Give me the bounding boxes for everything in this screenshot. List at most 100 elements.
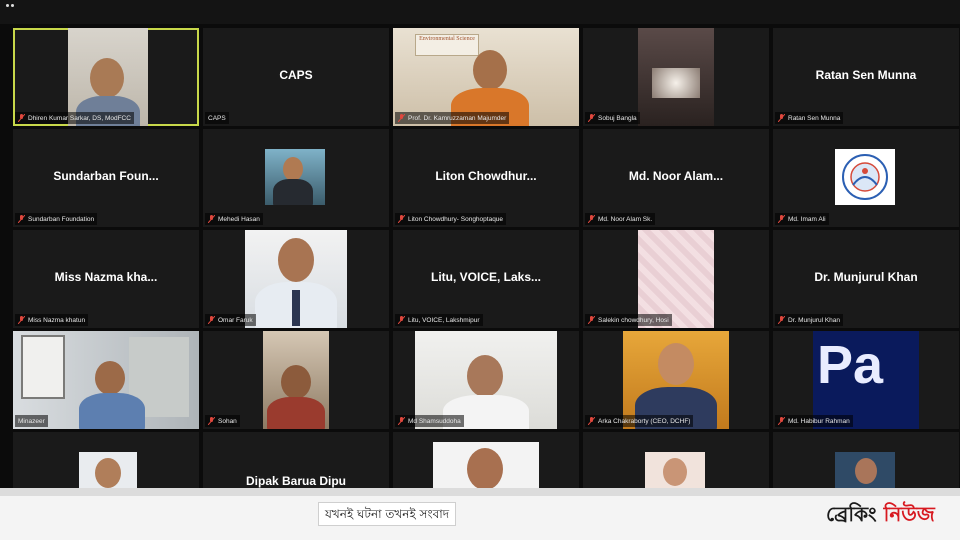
participant-name: Md Shamsuddoha: [408, 417, 461, 425]
menu-dots-icon[interactable]: [6, 2, 14, 10]
participant-tile-minazeer[interactable]: Minazeer: [13, 331, 199, 429]
participant-tile-mehedi-hasan[interactable]: Mehedi Hasan: [203, 129, 389, 227]
participant-name-bar: Md. Imam Ali: [775, 213, 829, 225]
participant-display-name: Md. Noor Alam...: [628, 169, 724, 183]
participant-avatar-image: [265, 149, 325, 205]
participant-tile-nazma-khatun[interactable]: Miss Nazma kha... Miss Nazma khatun: [13, 230, 199, 328]
participant-tile-ratan-sen-munna[interactable]: Ratan Sen Munna Ratan Sen Munna: [773, 28, 959, 126]
brand-text-part1: ব্রেকিং: [826, 502, 884, 526]
muted-mic-icon: [18, 114, 25, 122]
participant-name: Sohan: [218, 417, 237, 425]
news-brand-logo: ব্রেকিং নিউজ: [826, 502, 935, 526]
news-ticker-bar: যখনই ঘটনা তখনই সংবাদ ব্রেকিং নিউজ: [0, 488, 960, 540]
participant-display-name: Liton Chowdhur...: [435, 169, 537, 183]
participant-logo-image: [835, 149, 895, 205]
participant-tile-salekin[interactable]: Salekin chowdhury, Hosi: [583, 230, 769, 328]
participant-display-name: Ratan Sen Munna: [815, 68, 917, 82]
participant-name-bar: CAPS: [205, 112, 229, 124]
participant-name: Sundarban Foundation: [28, 215, 95, 223]
participant-display-name: Miss Nazma kha...: [54, 270, 158, 284]
participant-tile-kamruzzaman[interactable]: Environmental Science Prof. Dr. Kamruzza…: [393, 28, 579, 126]
organization-logo-icon: [842, 154, 888, 200]
participant-name-bar: Salekin chowdhury, Hosi: [585, 314, 672, 326]
participant-name: Liton Chowdhury- Songhoptaque: [408, 215, 504, 223]
muted-mic-icon: [398, 114, 405, 122]
participant-display-name: Sundarban Foun...: [53, 169, 159, 183]
participant-name-bar: Mehedi Hasan: [205, 213, 263, 225]
participant-tile-row5-1[interactable]: [13, 432, 199, 496]
participant-tile-arka-chakraborty[interactable]: Arka Chakraborty (CEO, DCHF): [583, 331, 769, 429]
participant-name-bar: Prof. Dr. Kamruzzaman Majumder: [395, 112, 510, 124]
participant-tile-liton-chowdhury[interactable]: Liton Chowdhur... Liton Chowdhury- Songh…: [393, 129, 579, 227]
participant-tile-sundarban[interactable]: Sundarban Foun... Sundarban Foundation: [13, 129, 199, 227]
participant-tile-litu-voice[interactable]: Litu, VOICE, Laks... Litu, VOICE, Lakshm…: [393, 230, 579, 328]
gallery-view: Dhiren Kumar Sarkar, DS, ModFCC CAPS CAP…: [13, 28, 960, 496]
participant-name: Dhiren Kumar Sarkar, DS, ModFCC: [28, 114, 131, 122]
participant-tile-omar-faruk[interactable]: Omar Faruk: [203, 230, 389, 328]
muted-mic-icon: [398, 316, 405, 324]
muted-mic-icon: [208, 417, 215, 425]
poster: Environmental Science: [415, 34, 479, 56]
participant-name-bar: Sohan: [205, 415, 240, 427]
ticker-tagline: যখনই ঘটনা তখনই সংবাদ: [318, 502, 457, 526]
muted-mic-icon: [588, 417, 595, 425]
participant-name-bar: Sobuj Bangla: [585, 112, 640, 124]
participant-name: Mehedi Hasan: [218, 215, 260, 223]
participant-tile-shamsuddoha[interactable]: Md Shamsuddoha: [393, 331, 579, 429]
participant-name: Salekin chowdhury, Hosi: [598, 316, 669, 324]
participant-tile-habibur-rahman[interactable]: Pa Md. Habibur Rahman: [773, 331, 959, 429]
participant-name-bar: Minazeer: [15, 415, 48, 427]
participant-name: Ratan Sen Munna: [788, 114, 841, 122]
participant-name-bar: Dhiren Kumar Sarkar, DS, ModFCC: [15, 112, 134, 124]
muted-mic-icon: [778, 215, 785, 223]
participant-name: Litu, VOICE, Lakshmipur: [408, 316, 480, 324]
participant-tile-row5-5[interactable]: [773, 432, 959, 496]
muted-mic-icon: [588, 114, 595, 122]
participant-tile-noor-alam[interactable]: Md. Noor Alam... Md. Noor Alam Sk.: [583, 129, 769, 227]
participant-name: Md. Habibur Rahman: [788, 417, 850, 425]
participant-display-name: Litu, VOICE, Laks...: [430, 270, 542, 284]
participant-tile-munjurul-khan[interactable]: Dr. Munjurul Khan Dr. Munjurul Khan: [773, 230, 959, 328]
ticker-band: [0, 488, 960, 496]
participant-name: Arka Chakraborty (CEO, DCHF): [598, 417, 691, 425]
participant-display-name: Dipak Barua Dipu: [245, 474, 347, 488]
participant-tile-sohan[interactable]: Sohan: [203, 331, 389, 429]
muted-mic-icon: [208, 316, 215, 324]
participant-tile-row5-3[interactable]: [393, 432, 579, 496]
participant-name-bar: Litu, VOICE, Lakshmipur: [395, 314, 483, 326]
participant-name: Miss Nazma khatun: [28, 316, 86, 324]
participant-name: Sobuj Bangla: [598, 114, 637, 122]
participant-tile-sobuj-bangla[interactable]: Sobuj Bangla: [583, 28, 769, 126]
participant-tile-imam-ali[interactable]: Md. Imam Ali: [773, 129, 959, 227]
participant-name-bar: Sundarban Foundation: [15, 213, 98, 225]
participant-tile-caps[interactable]: CAPS CAPS: [203, 28, 389, 126]
muted-mic-icon: [778, 316, 785, 324]
muted-mic-icon: [588, 215, 595, 223]
muted-mic-icon: [208, 215, 215, 223]
muted-mic-icon: [778, 114, 785, 122]
muted-mic-icon: [398, 417, 405, 425]
participant-name-bar: Md. Habibur Rahman: [775, 415, 853, 427]
screen-share-text: Pa: [817, 335, 884, 395]
muted-mic-icon: [778, 417, 785, 425]
participant-name: Md. Noor Alam Sk.: [598, 215, 653, 223]
participant-name-bar: Dr. Munjurul Khan: [775, 314, 844, 326]
participant-name-bar: Arka Chakraborty (CEO, DCHF): [585, 415, 694, 427]
participant-tile-dhiren[interactable]: Dhiren Kumar Sarkar, DS, ModFCC: [13, 28, 199, 126]
participant-avatar-image: [245, 230, 347, 328]
participant-tile-dipak-barua[interactable]: Dipak Barua Dipu: [203, 432, 389, 496]
muted-mic-icon: [18, 316, 25, 324]
participant-name-bar: Liton Chowdhury- Songhoptaque: [395, 213, 507, 225]
participant-tile-row5-4[interactable]: [583, 432, 769, 496]
participant-name-bar: Md. Noor Alam Sk.: [585, 213, 656, 225]
participant-name: Omar Faruk: [218, 316, 253, 324]
participant-name-bar: Md Shamsuddoha: [395, 415, 464, 427]
participant-display-name: Dr. Munjurul Khan: [814, 270, 918, 284]
participant-name: Dr. Munjurul Khan: [788, 316, 841, 324]
participant-name: Minazeer: [18, 417, 45, 425]
participant-display-name: CAPS: [279, 68, 313, 82]
participant-video: [638, 28, 714, 126]
brand-text-part2: নিউজ: [883, 502, 935, 526]
muted-mic-icon: [588, 316, 595, 324]
participant-name: CAPS: [208, 114, 226, 122]
